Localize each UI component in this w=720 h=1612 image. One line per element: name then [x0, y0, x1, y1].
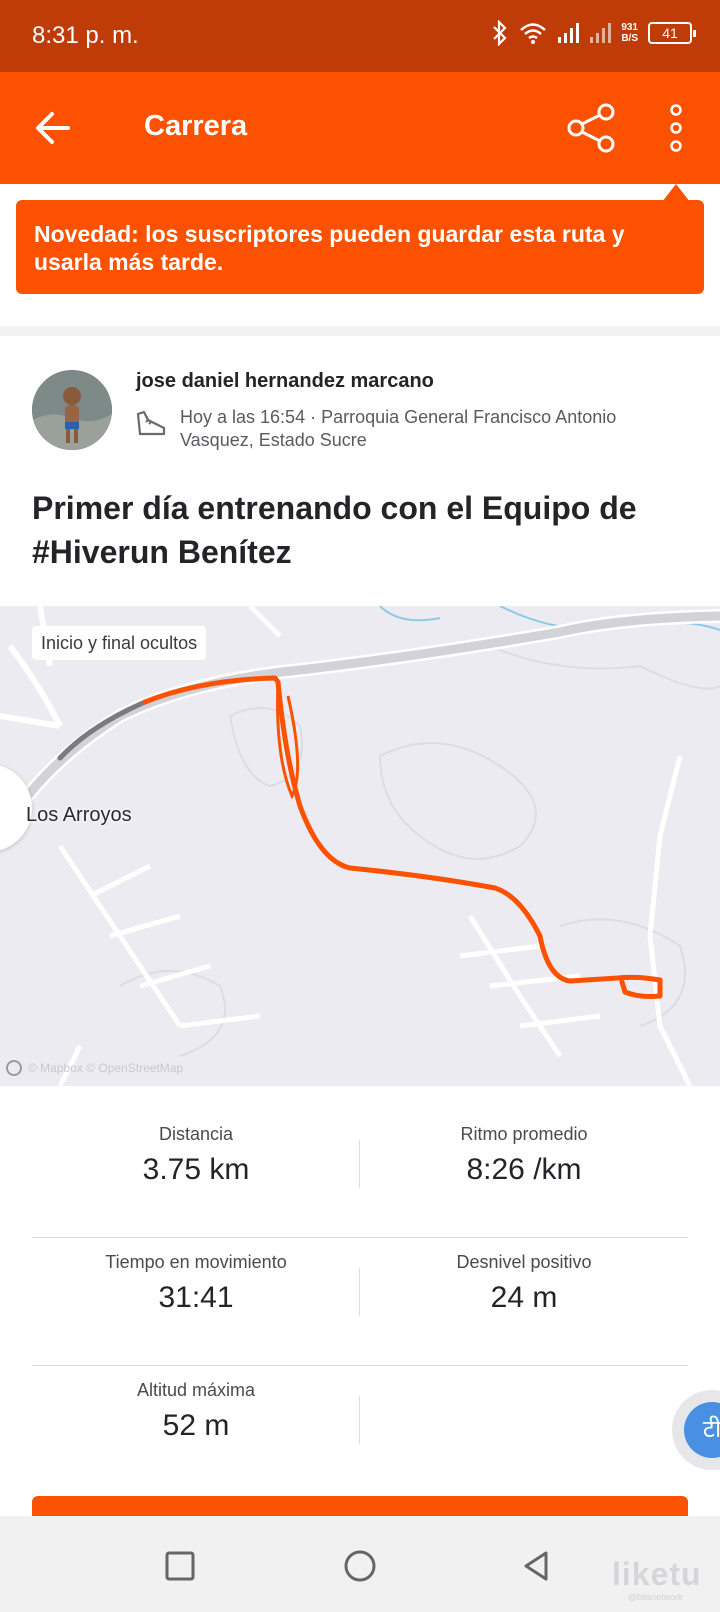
stat-distance: Distancia 3.75 km — [32, 1124, 360, 1187]
share-icon[interactable] — [566, 102, 618, 154]
banner-text: Novedad: los suscriptores pueden guardar… — [34, 221, 625, 275]
athlete-name[interactable]: jose daniel hernandez marcano — [136, 370, 434, 393]
more-vertical-icon[interactable] — [660, 102, 692, 154]
stats-row: Altitud máxima 52 m — [32, 1366, 688, 1494]
stat-elevation-gain: Desnivel positivo 24 m — [360, 1252, 688, 1315]
map-place-label: Los Arroyos — [26, 804, 132, 826]
avatar[interactable] — [32, 370, 112, 450]
map-attribution[interactable]: © Mapbox © OpenStreetMap — [6, 1060, 183, 1076]
home-icon[interactable] — [340, 1546, 380, 1586]
wifi-icon — [520, 23, 547, 44]
watermark-logo: liketu — [612, 1556, 702, 1592]
bluetooth-icon — [493, 20, 507, 46]
recents-icon[interactable] — [160, 1546, 200, 1586]
map-canvas — [0, 606, 720, 1086]
network-speed: 931 B/S — [621, 22, 638, 44]
stat-label: Tiempo en movimiento — [105, 1252, 287, 1272]
stat-divider — [359, 1396, 360, 1444]
stats-grid: Distancia 3.75 km Ritmo promedio 8:26 /k… — [32, 1110, 688, 1494]
watermark-sub: @bitsnetwork — [628, 1592, 683, 1602]
page-title: Carrera — [144, 110, 248, 142]
app-bar: Carrera — [0, 72, 720, 184]
stat-moving-time: Tiempo en movimiento 31:41 — [32, 1252, 360, 1315]
stat-value: 52 m — [162, 1409, 230, 1442]
stats-row: Distancia 3.75 km Ritmo promedio 8:26 /k… — [32, 1110, 688, 1238]
translate-icon: टी — [684, 1402, 720, 1458]
activity-meta: Hoy a las 16:54 · Parroquia General Fran… — [180, 407, 617, 450]
map-privacy-badge: Inicio y final ocultos — [32, 626, 207, 660]
stat-value: 3.75 km — [142, 1153, 250, 1186]
stat-label: Desnivel positivo — [456, 1252, 592, 1272]
stat-label: Distancia — [158, 1124, 234, 1144]
stat-max-elevation: Altitud máxima 52 m — [32, 1380, 360, 1443]
back-triangle-icon[interactable] — [516, 1546, 556, 1586]
system-nav-bar: liketu @bitsnetwork — [0, 1516, 720, 1612]
stat-pace: Ritmo promedio 8:26 /km — [360, 1124, 688, 1187]
status-time: 8:31 p. m. — [32, 22, 139, 49]
battery-icon: 41 — [648, 22, 696, 44]
activity-title: Primer día entrenando con el Equipo de #… — [32, 490, 637, 570]
running-shoe-icon — [136, 410, 166, 436]
stat-label: Altitud máxima — [136, 1380, 256, 1400]
route-map[interactable]: Inicio y final ocultos Los Arroyos © Map… — [0, 606, 720, 1086]
stat-value: 24 m — [490, 1281, 558, 1314]
signal-icon — [590, 23, 612, 43]
signal-icon — [558, 23, 580, 43]
back-arrow-icon[interactable] — [28, 104, 80, 152]
stat-value: 8:26 /km — [466, 1153, 582, 1186]
stat-value: 31:41 — [158, 1281, 234, 1314]
map-attribution-text: © Mapbox © OpenStreetMap — [28, 1061, 184, 1075]
stats-row: Tiempo en movimiento 31:41 Desnivel posi… — [32, 1238, 688, 1366]
stat-label: Ritmo promedio — [460, 1124, 588, 1144]
status-bar: 8:31 p. m. 931 B/S 41 — [0, 0, 720, 72]
avatar-photo — [32, 370, 112, 450]
section-divider — [0, 326, 720, 336]
status-icons: 931 B/S 41 — [491, 20, 696, 46]
subscriber-banner[interactable]: Novedad: los suscriptores pueden guardar… — [16, 200, 704, 294]
mapbox-logo-icon — [6, 1060, 22, 1076]
